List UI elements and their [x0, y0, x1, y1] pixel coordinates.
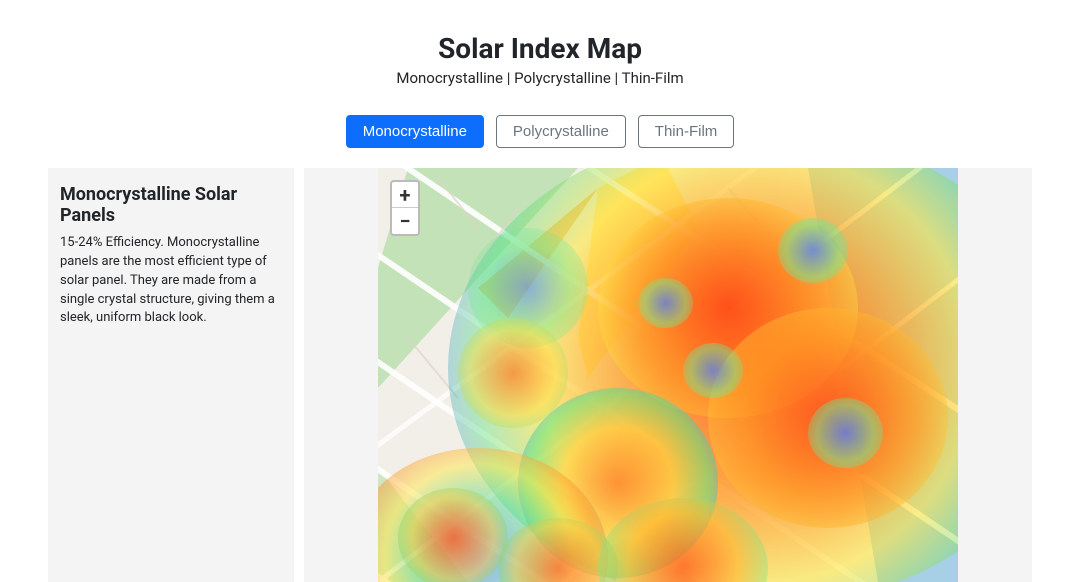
- tab-thin-film[interactable]: Thin-Film: [638, 115, 735, 148]
- zoom-out-button[interactable]: −: [392, 208, 418, 234]
- zoom-in-button[interactable]: +: [392, 182, 418, 208]
- tab-bar: Monocrystalline Polycrystalline Thin-Fil…: [0, 115, 1080, 148]
- page-title: Solar Index Map: [16, 32, 1064, 65]
- sidebar-description: 15-24% Efficiency. Monocrystalline panel…: [60, 234, 282, 328]
- heatmap-overlay: [378, 168, 958, 582]
- tab-monocrystalline[interactable]: Monocrystalline: [346, 115, 484, 148]
- page-subtitle: Monocrystalline | Polycrystalline | Thin…: [16, 69, 1064, 87]
- tab-polycrystalline[interactable]: Polycrystalline: [496, 115, 626, 148]
- heatmap-map[interactable]: + −: [378, 168, 958, 582]
- info-sidebar: Monocrystalline Solar Panels 15-24% Effi…: [48, 168, 294, 582]
- map-panel: + −: [304, 168, 1032, 582]
- sidebar-title: Monocrystalline Solar Panels: [60, 184, 282, 226]
- zoom-control: + −: [390, 180, 420, 236]
